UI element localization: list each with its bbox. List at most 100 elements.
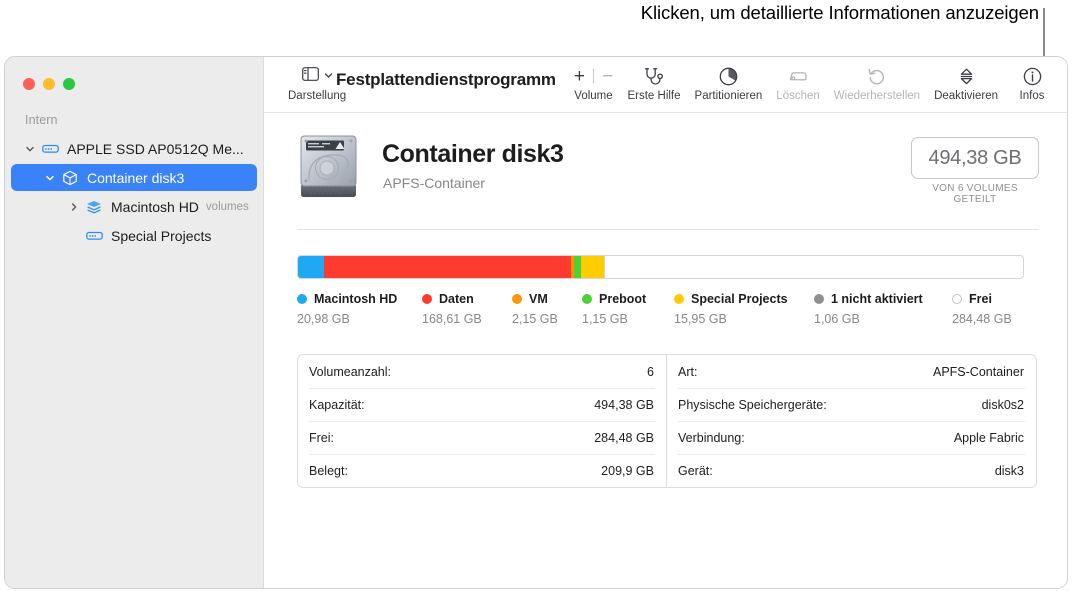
sidebar-item-macintosh-hd[interactable]: Macintosh HD volumes xyxy=(11,193,257,220)
usage-segment-special-projects[interactable] xyxy=(580,256,604,278)
legend-item[interactable]: Special Projects 15,95 GB xyxy=(674,292,814,326)
legend-value: 2,15 GB xyxy=(512,312,558,326)
disk-header: Container disk3 APFS-Container 494,38 GB… xyxy=(264,113,1067,223)
info-value: 6 xyxy=(647,364,654,379)
toolbar-caption: Deaktivieren xyxy=(934,90,998,102)
restore-arrow-icon xyxy=(867,65,886,87)
disk-utility-window: Intern APPLE SSD AP0512Q Me... Container… xyxy=(4,56,1068,589)
info-key: Frei: xyxy=(309,430,334,445)
toolbar-caption: Volume xyxy=(574,90,613,102)
info-key: Volumeanzahl: xyxy=(309,364,392,379)
info-key: Belegt: xyxy=(309,463,348,478)
toolbar-caption: Wiederherstellen xyxy=(833,90,921,102)
divider xyxy=(592,69,594,83)
volume-group-icon xyxy=(83,200,105,214)
toolbar-partitionieren-button[interactable]: Partitionieren xyxy=(688,65,770,102)
usage-segment-frei xyxy=(604,256,1023,278)
callout-text: Klicken, um detaillierte Informationen a… xyxy=(640,2,1039,23)
callout-annotation: Klicken, um detaillierte Informationen a… xyxy=(0,0,1072,60)
legend-label: Preboot xyxy=(599,292,647,306)
callout-leader-line xyxy=(1043,8,1045,60)
toolbar: Darstellung Festplattendienstprogramm + … xyxy=(264,57,1067,113)
sidebar-item-label: APPLE SSD AP0512Q Me... xyxy=(67,140,244,157)
legend-color-swatch-vm xyxy=(512,294,522,304)
sidebar-item-container-disk3[interactable]: Container disk3 xyxy=(11,164,257,191)
plus-icon[interactable]: + xyxy=(574,67,585,86)
page-subtitle: APFS-Container xyxy=(383,175,485,191)
legend-color-swatch-daten xyxy=(422,294,432,304)
page-title: Container disk3 xyxy=(382,140,564,168)
chevron-down-icon[interactable] xyxy=(324,67,333,85)
legend-value: 168,61 GB xyxy=(422,312,482,326)
info-key: Verbindung: xyxy=(678,430,745,445)
sidebar: Intern APPLE SSD AP0512Q Me... Container… xyxy=(5,57,264,588)
close-button[interactable] xyxy=(23,78,35,90)
info-value: disk3 xyxy=(994,463,1024,478)
minimize-button[interactable] xyxy=(43,78,55,90)
toolbar-actions: + − Volume Erste Hilfe Partitionieren Lö… xyxy=(566,65,1059,103)
chevron-down-icon[interactable] xyxy=(41,173,59,183)
toolbar-caption: Löschen xyxy=(776,90,820,102)
capacity-note: VON 6 VOLUMES GETEILT xyxy=(932,183,1018,205)
pie-chart-icon[interactable] xyxy=(719,65,738,87)
eject-unmount-icon[interactable] xyxy=(957,65,976,87)
chevron-right-icon[interactable] xyxy=(65,202,83,212)
legend-item[interactable]: Preboot 1,15 GB xyxy=(582,292,674,326)
legend-item[interactable]: Frei 284,48 GB xyxy=(952,292,1037,326)
legend-label: Macintosh HD xyxy=(314,292,398,306)
legend-label: Frei xyxy=(969,292,992,306)
disk-info-table: Volumeanzahl: 6 Kapazität: 494,38 GB Fre… xyxy=(297,354,1037,488)
legend-item[interactable]: Daten 168,61 GB xyxy=(422,292,512,326)
sidebar-icon[interactable] xyxy=(301,66,319,86)
main-content: Darstellung Festplattendienstprogramm + … xyxy=(264,57,1067,588)
view-caption: Darstellung xyxy=(288,90,347,102)
external-drive-icon xyxy=(39,142,61,155)
legend-item[interactable]: Macintosh HD 20,98 GB xyxy=(297,292,422,326)
legend-value: 15,95 GB xyxy=(674,312,727,326)
info-key: Kapazität: xyxy=(309,397,365,412)
legend-color-swatch-macintosh-hd xyxy=(297,294,307,304)
info-value: 209,9 GB xyxy=(601,463,654,478)
info-column-right: Art: APFS-Container Physische Speicherge… xyxy=(667,355,1036,487)
container-box-icon xyxy=(59,170,81,186)
erase-drive-icon xyxy=(787,65,809,87)
storage-usage-bar xyxy=(297,255,1024,279)
stethoscope-icon[interactable] xyxy=(644,65,665,87)
divider xyxy=(297,229,1039,230)
legend-item[interactable]: VM 2,15 GB xyxy=(512,292,582,326)
sidebar-item-sublabel: volumes xyxy=(205,200,249,213)
toolbar-deaktivieren-button[interactable]: Deaktivieren xyxy=(927,65,1005,102)
minus-icon: − xyxy=(601,65,614,87)
toolbar-erste-hilfe-button[interactable]: Erste Hilfe xyxy=(620,65,687,102)
plus-minus-icon[interactable]: + − xyxy=(574,65,613,87)
legend-color-swatch-nicht-aktiviert xyxy=(814,294,824,304)
info-value: 494,38 GB xyxy=(594,397,654,412)
storage-legend: Macintosh HD 20,98 GB Daten 168,61 GB VM… xyxy=(297,292,1037,326)
sidebar-item-label: Container disk3 xyxy=(87,169,185,186)
usage-segment-daten[interactable] xyxy=(323,256,571,278)
chevron-down-icon[interactable] xyxy=(21,144,39,154)
maximize-button[interactable] xyxy=(63,78,75,90)
legend-label: Special Projects xyxy=(691,292,788,306)
sidebar-item-apple-ssd[interactable]: APPLE SSD AP0512Q Me... xyxy=(11,135,257,162)
toolbar-caption: Erste Hilfe xyxy=(627,90,681,102)
legend-label: 1 nicht aktiviert xyxy=(831,292,923,306)
toolbar-infos-button[interactable]: Infos xyxy=(1005,65,1059,102)
toolbar-volume-button[interactable]: + − Volume xyxy=(566,65,620,103)
table-row: Kapazität: 494,38 GB xyxy=(298,388,666,421)
toolbar-caption: Partitionieren xyxy=(694,90,763,102)
legend-label: Daten xyxy=(439,292,474,306)
legend-value: 20,98 GB xyxy=(297,312,350,326)
sidebar-list: APPLE SSD AP0512Q Me... Container disk3 xyxy=(11,135,257,251)
info-value: disk0s2 xyxy=(981,397,1024,412)
table-row: Gerät: disk3 xyxy=(667,454,1036,487)
info-circle-icon[interactable] xyxy=(1023,65,1042,87)
sidebar-item-label: Special Projects xyxy=(111,227,212,244)
sidebar-item-special-projects[interactable]: Special Projects xyxy=(11,222,257,249)
legend-label: VM xyxy=(529,292,548,306)
legend-item[interactable]: 1 nicht aktiviert 1,06 GB xyxy=(814,292,952,326)
info-key: Art: xyxy=(678,364,698,379)
info-column-left: Volumeanzahl: 6 Kapazität: 494,38 GB Fre… xyxy=(298,355,667,487)
usage-segment-macintosh-hd[interactable] xyxy=(298,256,324,278)
legend-value: 284,48 GB xyxy=(952,312,1012,326)
